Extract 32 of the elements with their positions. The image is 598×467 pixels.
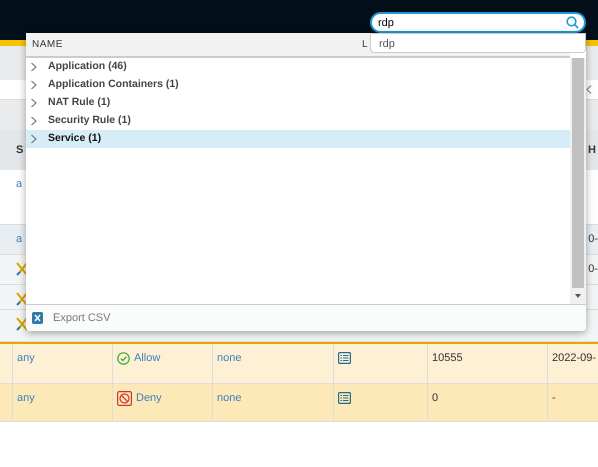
check-circle-icon: [117, 352, 130, 365]
block-icon: [117, 390, 132, 406]
column-header: NAME: [32, 38, 64, 52]
column-header: S: [16, 142, 24, 158]
link-text[interactable]: a: [16, 176, 22, 224]
column-header: L: [362, 38, 368, 52]
scrollbar[interactable]: [570, 58, 586, 304]
cell-text: 0-: [588, 232, 598, 247]
cell-text: 10555: [432, 352, 463, 364]
list-icon[interactable]: [338, 392, 351, 404]
cell-text: 0-: [588, 262, 598, 277]
link-text[interactable]: none: [217, 352, 242, 364]
spreadsheet-icon[interactable]: [32, 312, 43, 324]
search-icon[interactable]: [566, 16, 579, 29]
table-row[interactable]: any Allow none 10555 2022-09-: [0, 344, 598, 384]
link-text[interactable]: any: [17, 352, 35, 364]
table-row[interactable]: any Deny none 0 -: [0, 384, 598, 422]
action-link[interactable]: Allow: [117, 350, 160, 366]
link-text[interactable]: a: [16, 231, 22, 254]
tree-item[interactable]: NAT Rule (1): [26, 94, 570, 112]
search-field[interactable]: rdp: [370, 12, 586, 33]
cell-text: -: [552, 392, 556, 404]
tree-item[interactable]: Application (46): [26, 58, 570, 76]
cell-text: 2022-09-: [552, 352, 596, 364]
list-icon[interactable]: [338, 352, 351, 364]
tree-item[interactable]: Application Containers (1): [26, 76, 570, 94]
tree-item[interactable]: Service (1): [26, 130, 570, 148]
cell-text: 0: [432, 392, 438, 404]
column-header: H: [588, 142, 596, 158]
export-link[interactable]: Export CSV: [53, 310, 110, 326]
chevron-left-icon[interactable]: [586, 85, 592, 94]
tree-item[interactable]: Security Rule (1): [26, 112, 570, 130]
